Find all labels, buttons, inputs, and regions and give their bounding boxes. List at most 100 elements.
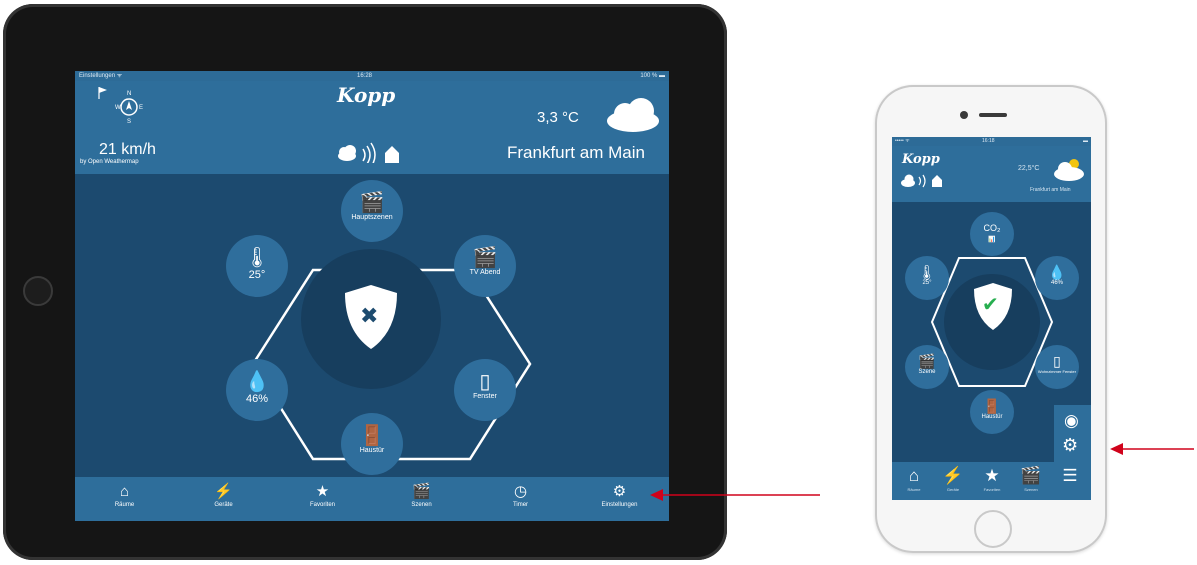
tablet-main: ✖ 🎬 Hauptszenen 🎬 TV Abend ▯ Fenster 🚪 Haustür 💧… [75,174,669,477]
arrow-pointer-tablet [650,489,820,501]
phone-status-time: 16:18 [982,138,995,144]
nav-item-1[interactable]: ⚡ Geräte [174,477,273,521]
arrow-pointer-phone [1110,443,1194,455]
window-icon: ▯ [479,371,491,393]
humidity-icon: 💧 [244,371,270,393]
nav-label: Geräte [214,502,233,508]
compass-south: S [127,119,131,125]
phone-status-left: ••••• ᯤ [895,138,910,144]
phone-side-panel: ◉ ⚙ [1054,405,1091,462]
nav-item-4[interactable]: ◷ Timer [471,477,570,521]
nav-item-2[interactable]: ★ Favoriten [273,477,372,521]
phone-temperature: 22,5°C [1018,165,1040,172]
compass-north: N [127,91,131,97]
wind-speed: 21 km/h [99,141,156,158]
hub-node-label: Haustür [359,447,385,454]
nav-item-0[interactable]: ⌂ Räume [75,477,174,521]
clapperboard-icon: 🎬 [918,353,936,369]
phone-nav-item-2[interactable]: ★ Favoriten [974,462,1010,500]
phone-cloud-weather-icon [1054,159,1084,181]
phone-security-shield-icon[interactable]: ✔ [972,282,1014,332]
phone-connection-status-icon [901,174,942,188]
phone-nav-label: Geräte [946,487,960,492]
status-battery: 100 % ▬ [640,73,665,79]
phone-hub-node-1[interactable]: 💧 46% [1035,256,1079,300]
compass-east: E [139,105,143,111]
tablet-header: N E S W 21 km/h by Open Weathermap Kopp … [75,81,669,174]
nav-label: Räume [114,502,135,508]
clapperboard-icon: 🎬 [359,192,385,214]
tablet-bottom-nav: ⌂ Räume ⚡ Geräte ★ Favoriten 🎬 Szenen ◷ Timer ⚙ Ein… [75,477,669,521]
door-icon: 🚪 [983,398,1001,414]
phone-camera [960,111,968,119]
tablet-status-bar: Einstellungen ᯤ 16:28 100 % ▬ [75,71,669,81]
city-name: Frankfurt am Main [507,143,645,162]
phone-nav-label: Räume [907,487,921,492]
phone-hub-node-label: 25° [922,280,932,286]
hub-node-label: 46% [245,393,269,405]
shield-status-glyph: ✖ [360,303,379,328]
humidity-icon: 💧 [1048,264,1066,280]
hub-node-3[interactable]: 🚪 Haustür [341,413,403,475]
door-icon: 🚪 [359,425,385,447]
hub-node-2[interactable]: ▯ Fenster [454,359,516,421]
wind-compass-icon: N E S W [98,87,143,125]
hub-node-4[interactable]: 💧 46% [226,359,288,421]
tablet-screen: Einstellungen ᯤ 16:28 100 % ▬ N E S W 21… [75,71,669,521]
phone-nav-item-1[interactable]: ⚡ Geräte [935,462,971,500]
phone-hub-node-2[interactable]: ▯ Wohnzimmer Fenster [1035,345,1079,389]
phone-nav-label: Szenen [1024,487,1038,492]
home-icon: ⌂ [119,483,130,500]
phone-status-bar: ••••• ᯤ 16:18 ▬ [892,137,1091,146]
phone-hub-node-3[interactable]: 🚪 Haustür [970,390,1014,434]
devices-icon: ⚡ [942,466,964,485]
nav-label: Szenen [411,502,432,508]
phone-hub-node-5[interactable]: 🌡 25° [905,256,949,300]
phone-status-battery: ▬ [1083,138,1088,144]
status-left: Einstellungen ᯤ [79,73,123,79]
menu-icon: ☰ [1062,466,1078,485]
hub-node-1[interactable]: 🎬 TV Abend [454,235,516,297]
status-time: 16:28 [357,73,373,79]
hub-node-label: TV Abend [469,269,501,276]
phone-shield-status-glyph: ✔ [982,294,999,316]
nav-label: Favoriten [309,502,335,508]
phone-hub-node-label: 📊 [988,237,996,243]
co2-icon: CO₂ [983,223,1001,233]
scenes-icon: 🎬 [1020,466,1042,485]
hub-node-0[interactable]: 🎬 Hauptszenen [341,180,403,242]
palette-icon[interactable]: ◉ [1064,411,1079,431]
star-icon: ★ [315,483,330,500]
hub-node-label: Fenster [473,393,497,400]
thermometer-icon: 🌡 [244,247,270,269]
window-icon: ▯ [1053,353,1061,369]
security-shield-icon[interactable]: ✖ [341,283,401,353]
wind-source: by Open Weathermap [80,159,139,165]
tablet-home-button[interactable] [23,276,53,306]
phone-nav-item-4[interactable]: ☰ [1052,462,1088,500]
phone-home-button[interactable] [974,510,1012,548]
clock-icon: ◷ [513,483,528,500]
connection-status-icon [338,142,399,163]
phone-nav-item-3[interactable]: 🎬 Szenen [1013,462,1049,500]
hub-node-5[interactable]: 🌡 25° [226,235,288,297]
phone-nav-item-0[interactable]: ⌂ Räume [896,462,932,500]
star-icon: ★ [984,466,1000,485]
phone-hub-node-label: 46% [1050,280,1063,286]
phone-bottom-nav: ⌂ Räume ⚡ Geräte ★ Favoriten 🎬 Szenen ☰ [892,462,1091,500]
home-icon: ⌂ [908,466,920,485]
devices-icon: ⚡ [214,483,233,500]
phone-screen: ••••• ᯤ 16:18 ▬ Kopp 22,5°C Frankfurt am… [892,137,1091,500]
nav-item-3[interactable]: 🎬 Szenen [372,477,471,521]
nav-label: Timer [512,502,529,508]
phone-header: Kopp 22,5°C Frankfurt am Main [892,146,1091,202]
scenes-icon: 🎬 [412,483,431,500]
phone-city-name: Frankfurt am Main [1030,187,1071,193]
temperature: 3,3 °C [537,109,579,126]
phone-hub-node-label: Szene [918,369,936,375]
phone-settings-icon[interactable]: ⚙ [1062,435,1078,456]
kopp-logo: Kopp [337,83,396,107]
phone-nav-label: Favoriten [983,487,1001,492]
phone-hub-node-0[interactable]: CO₂ 📊 [970,212,1014,256]
phone-hub-node-4[interactable]: 🎬 Szene [905,345,949,389]
